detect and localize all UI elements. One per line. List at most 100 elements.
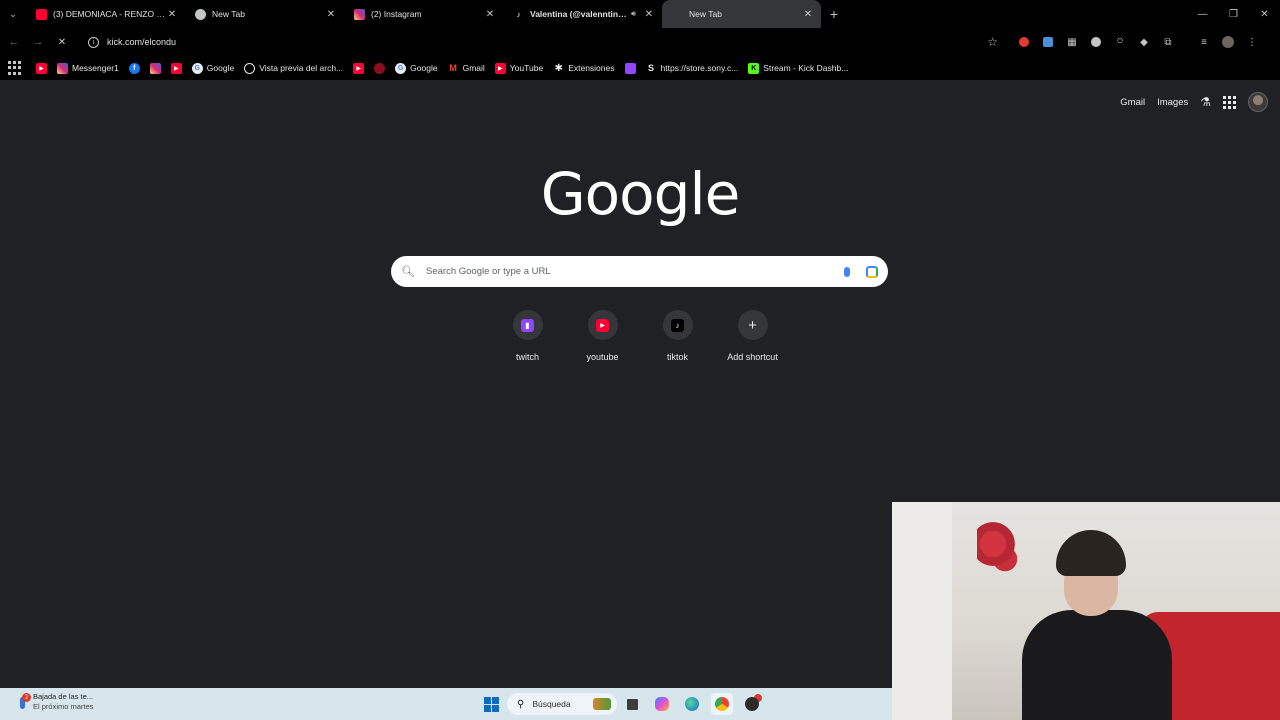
weather-widget[interactable]: 2 Bajada de las te... El próximo martes (16, 692, 93, 712)
windows-start-icon[interactable] (484, 696, 499, 712)
shortcut-tiktok[interactable]: ♪ tiktok (640, 310, 715, 362)
taskbar-center: ⚲ Búsqueda (484, 692, 763, 716)
edge-icon[interactable] (681, 693, 703, 715)
shortcut-tile: ▮ (512, 310, 543, 340)
bookmark-messenger1[interactable]: Messenger1 (57, 62, 119, 74)
close-window-icon[interactable]: ✕ (1249, 0, 1280, 28)
bookmark-vista-previa[interactable]: Vista previa del arch... (244, 62, 343, 74)
gmail-icon: M (449, 63, 457, 73)
bookmark-youtube-2[interactable]: ▶ (170, 62, 182, 74)
webcam-overlay (892, 502, 1280, 720)
task-view-icon[interactable] (621, 693, 643, 715)
images-link[interactable]: Images (1157, 97, 1188, 108)
search-icon: 🔍︎ (401, 266, 415, 278)
microphone-icon[interactable] (844, 266, 850, 277)
person-body (1022, 610, 1172, 720)
close-icon[interactable]: ✕ (642, 9, 656, 20)
extension-grid-icon[interactable]: ▦ (1060, 30, 1084, 54)
bookmark-youtube-1[interactable]: ▶ (36, 62, 47, 74)
gmail-link[interactable]: Gmail (1120, 97, 1145, 108)
shortcut-label: tiktok (666, 352, 688, 362)
bookmark-youtube-4[interactable]: ▶ YouTube (494, 62, 543, 74)
bookmark-gmail[interactable]: M Gmail (448, 63, 484, 74)
labs-flask-icon[interactable]: ⚗ (1200, 95, 1211, 109)
extensions-puzzle-icon[interactable]: ⧉ (1156, 30, 1180, 54)
instagram-icon (57, 62, 68, 74)
bookmark-google-1[interactable]: G Google (191, 62, 234, 74)
tab-new-tab-active[interactable]: New Tab ✕ (662, 0, 821, 28)
bookmark-kick-dashboard[interactable]: K Stream - Kick Dashb... (748, 62, 848, 74)
bookmark-sony-store[interactable]: Shttps://store.sony.c... (646, 63, 738, 74)
widget-landscape-icon[interactable] (591, 693, 613, 715)
plus-icon: + (748, 316, 757, 334)
speaker-icon[interactable]: 🔊︎ (631, 9, 636, 19)
bookmark-instagram[interactable] (149, 62, 161, 74)
minimize-icon[interactable]: — (1187, 0, 1218, 28)
youtube-icon (36, 8, 47, 20)
search-icon: ⚲ (517, 698, 525, 710)
tab-search-chevron-icon[interactable]: ⌄ (0, 0, 26, 28)
profile-avatar-icon[interactable] (1216, 30, 1240, 54)
shortcut-tile: ♪ (662, 310, 693, 340)
close-icon[interactable]: ✕ (483, 9, 497, 20)
bookmark-youtube-3[interactable]: ▶ (353, 62, 365, 74)
apps-grid-icon[interactable] (8, 61, 22, 75)
webcam-door (892, 502, 952, 720)
url-text: kick.com/elcondu (107, 37, 177, 47)
extension-red-icon[interactable] (1012, 30, 1036, 54)
shortcut-twitch[interactable]: ▮ twitch (490, 310, 565, 362)
extension-off-icon[interactable]: ⏻ (1108, 30, 1132, 54)
tab-new-tab-1[interactable]: New Tab ✕ (185, 0, 344, 28)
extension-chat-icon[interactable] (1084, 30, 1108, 54)
youtube-icon: ▶ (170, 62, 182, 74)
bookmark-game[interactable] (374, 62, 386, 74)
account-avatar[interactable] (1248, 92, 1268, 112)
close-icon[interactable]: ✕ (801, 9, 815, 20)
new-tab-button[interactable]: + (821, 0, 847, 28)
google-icon: G (191, 62, 203, 74)
back-icon[interactable]: ← (2, 30, 26, 54)
instagram-icon (149, 62, 161, 74)
restore-icon[interactable]: ❐ (1218, 0, 1249, 28)
extension-diamond-icon[interactable]: ◆ (1132, 30, 1156, 54)
kebab-menu-icon[interactable]: ⋮ (1240, 30, 1264, 54)
weather-badge: 2 (22, 693, 31, 702)
twitch-icon (624, 62, 636, 74)
address-bar[interactable]: i kick.com/elcondu ☆ (80, 31, 1012, 53)
site-info-icon[interactable]: i (88, 36, 99, 48)
media-controls-icon[interactable]: ≡ (1192, 30, 1216, 54)
bookmark-extensiones[interactable]: ✱ Extensiones (553, 63, 614, 74)
tab-title: New Tab (689, 9, 722, 19)
close-icon[interactable]: ✕ (324, 9, 338, 20)
bookmarks-bar: ▶ Messenger1 f ▶ G Google Vista previa de… (0, 56, 1280, 80)
tiktok-icon: ♪ (513, 8, 524, 20)
search-input[interactable] (426, 266, 844, 277)
webcam-flowers (977, 520, 1017, 580)
google-apps-icon[interactable] (1223, 95, 1236, 109)
stop-loading-icon[interactable]: ✕ (50, 30, 74, 54)
copilot-icon[interactable] (651, 693, 673, 715)
bookmark-google-2[interactable]: G Google (395, 62, 438, 74)
tab-youtube-demoniaca[interactable]: (3) DEMONIACA - RENZO ED X ✕ (26, 0, 185, 28)
forward-icon[interactable]: → (26, 30, 50, 54)
shortcut-tile: + (737, 310, 768, 340)
search-box[interactable]: 🔍︎ (391, 256, 888, 287)
bookmark-label: Messenger1 (72, 63, 119, 73)
bookmark-facebook[interactable]: f (128, 62, 140, 74)
google-logo: Google (540, 160, 741, 228)
tab-tiktok-valentina[interactable]: ♪ Valentina (@valenntinagu 🔊︎ ✕ (503, 0, 662, 28)
bookmark-star-icon[interactable]: ☆ (987, 35, 998, 49)
tab-title: (3) DEMONIACA - RENZO ED X (53, 9, 165, 19)
google-lens-icon[interactable] (866, 265, 878, 278)
puzzle-icon: ✱ (554, 62, 563, 74)
obs-icon[interactable] (741, 693, 763, 715)
chrome-icon[interactable] (711, 693, 733, 715)
shortcut-youtube[interactable]: ▶ youtube (565, 310, 640, 362)
window-controls: — ❐ ✕ (1187, 0, 1280, 28)
add-shortcut-button[interactable]: + Add shortcut (715, 310, 790, 362)
bookmark-twitch[interactable] (624, 62, 636, 74)
tab-instagram[interactable]: (2) Instagram ✕ (344, 0, 503, 28)
extension-shield-icon[interactable] (1036, 30, 1060, 54)
extensions-row: ▦ ⏻ ◆ ⧉ ≡ ⋮ (1012, 30, 1264, 54)
close-icon[interactable]: ✕ (165, 9, 179, 20)
